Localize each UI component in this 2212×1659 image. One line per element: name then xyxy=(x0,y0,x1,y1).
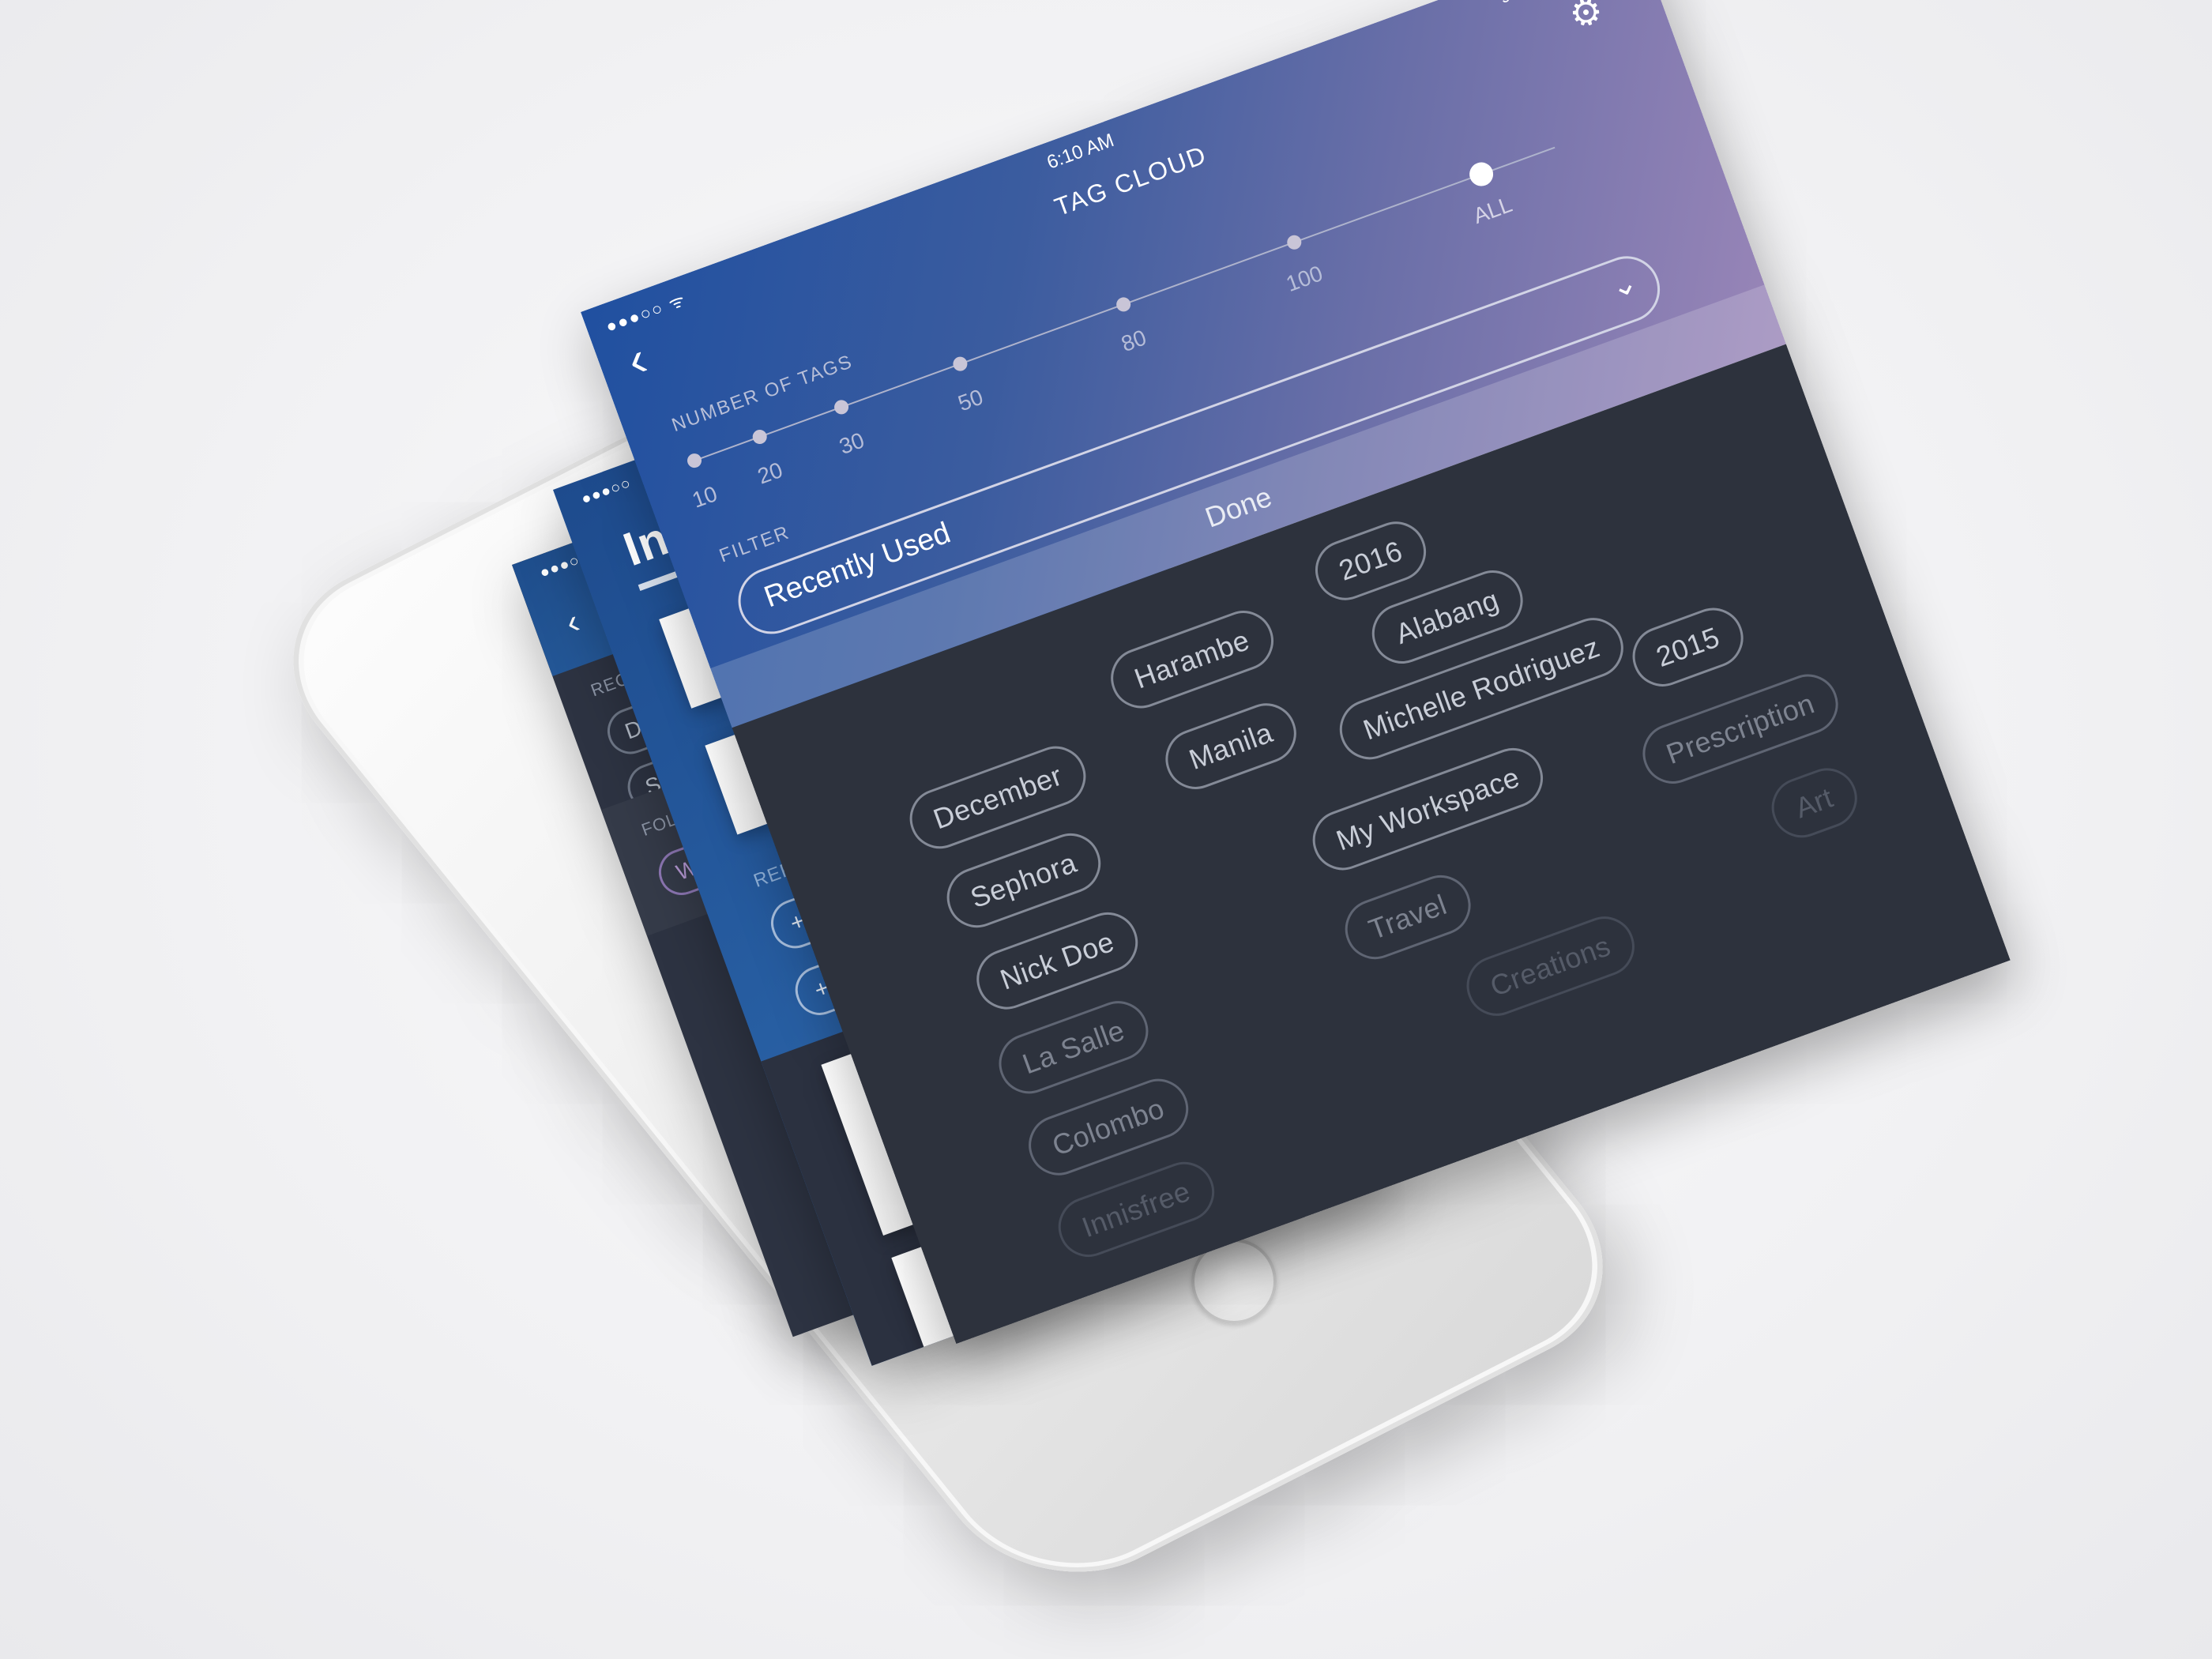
signal-icon: ●●●○○ xyxy=(578,474,634,509)
